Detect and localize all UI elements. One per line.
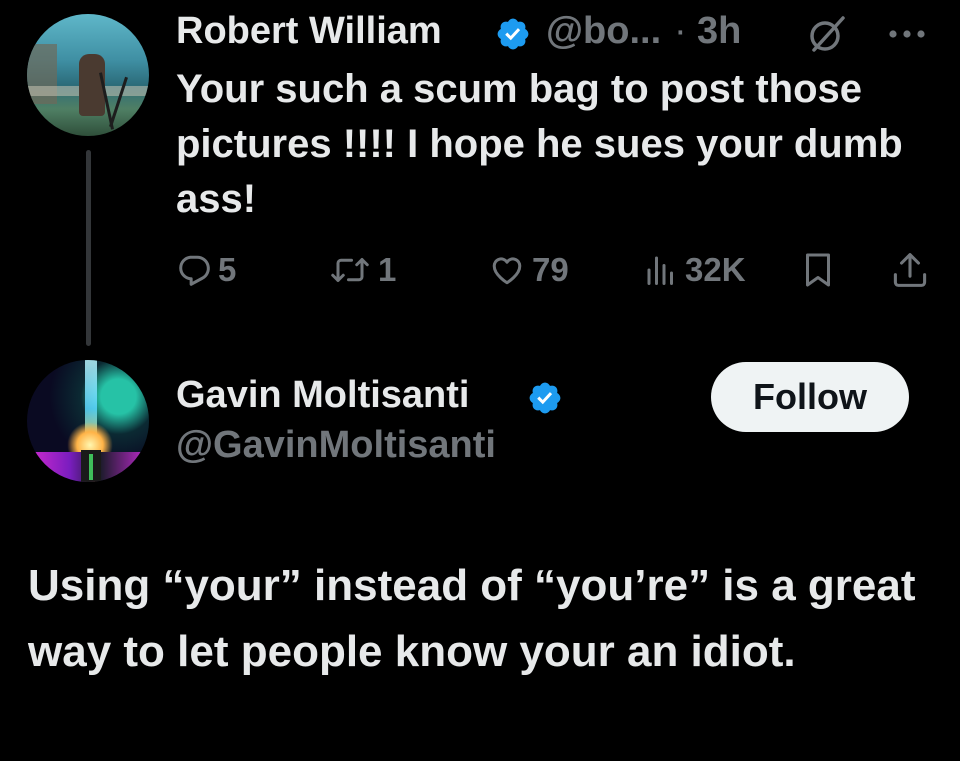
tweet-text: Your such a scum bag to post those pictu… (176, 67, 903, 221)
verified-badge-icon (529, 382, 561, 414)
avatar-figure (89, 454, 93, 480)
more-options-icon[interactable] (884, 14, 930, 54)
tweet-text: Using “your” instead of “you’re” is a gr… (28, 561, 916, 676)
bookmark-icon[interactable] (800, 250, 836, 290)
share-icon[interactable] (890, 250, 930, 290)
reply-button[interactable]: 5 (176, 250, 236, 290)
separator-dot: · (674, 10, 687, 52)
author-name[interactable]: Robert William (176, 10, 442, 53)
heart-icon (492, 257, 522, 285)
avatar[interactable] (27, 360, 149, 482)
author-handle[interactable]: @GavinMoltisanti (176, 424, 496, 467)
like-count: 79 (532, 251, 569, 288)
reply-icon (179, 255, 210, 286)
verified-badge-icon (497, 18, 529, 50)
analytics-icon (647, 256, 673, 285)
retweet-button[interactable]: 1 (328, 250, 396, 290)
views-count: 32K (685, 251, 746, 288)
reply-count: 5 (218, 251, 237, 288)
thread-connector-line (86, 150, 91, 346)
author-name[interactable]: Gavin Moltisanti (176, 374, 469, 417)
avatar[interactable] (27, 14, 149, 136)
grok-icon[interactable] (805, 14, 849, 54)
retweet-count: 1 (378, 251, 397, 288)
author-handle[interactable]: @bo... (546, 10, 661, 53)
views-button[interactable]: 32K (643, 250, 746, 290)
follow-button[interactable]: Follow (711, 362, 909, 432)
retweet-icon (331, 258, 369, 282)
timestamp[interactable]: 3h (697, 10, 741, 53)
like-button[interactable]: 79 (488, 250, 569, 290)
avatar-figure (109, 76, 128, 128)
